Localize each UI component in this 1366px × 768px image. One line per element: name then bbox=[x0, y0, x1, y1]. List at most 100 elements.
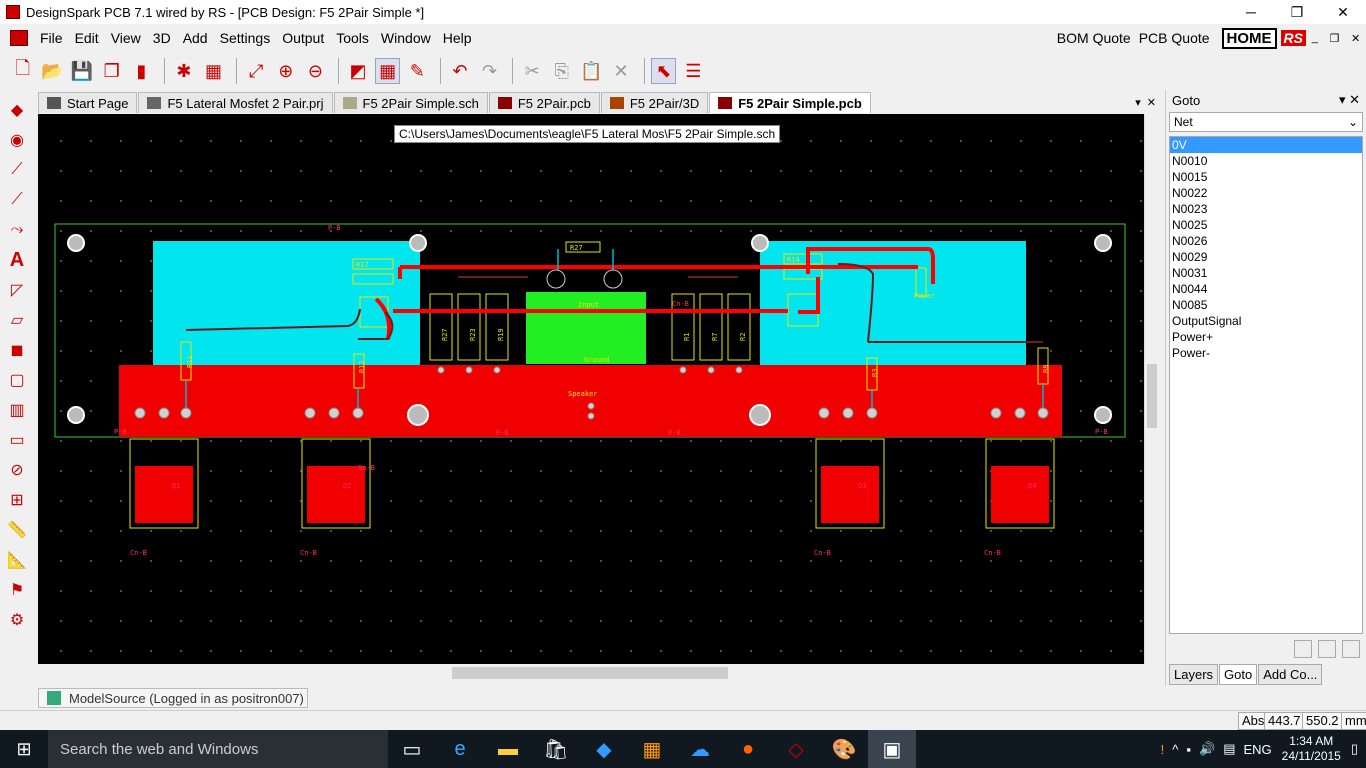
line-tool-icon[interactable]: ▭ bbox=[5, 428, 29, 452]
pcb-canvas[interactable]: R27 R23 R19 R1 R7 R2 R11 R12 R3 R8 R17 R… bbox=[38, 114, 1144, 664]
board-tool-icon[interactable]: ▢ bbox=[5, 368, 29, 392]
menu-3d[interactable]: 3D bbox=[147, 30, 177, 46]
list-item[interactable]: N0085 bbox=[1170, 297, 1362, 313]
mdi-minimize-button[interactable]: _ bbox=[1312, 32, 1318, 45]
refresh-icon[interactable] bbox=[1294, 640, 1312, 658]
designspark-icon[interactable]: ◇ bbox=[772, 730, 820, 768]
store-icon[interactable]: 🛍 bbox=[532, 730, 580, 768]
tab-layers[interactable]: Layers bbox=[1169, 664, 1219, 685]
list-item[interactable]: OutputSignal bbox=[1170, 313, 1362, 329]
net-list[interactable]: 0V N0010 N0015 N0022 N0023 N0025 N0026 N… bbox=[1169, 136, 1363, 634]
delete-icon[interactable]: ✕ bbox=[608, 58, 634, 84]
vertical-scroll-thumb[interactable] bbox=[1147, 364, 1157, 428]
save-icon[interactable]: 💾 bbox=[69, 58, 95, 84]
notes-icon[interactable]: ✎ bbox=[404, 58, 430, 84]
action-center-icon[interactable]: ▤ bbox=[1223, 741, 1235, 757]
text-tool-icon[interactable]: A bbox=[5, 248, 29, 272]
tab-project[interactable]: F5 Lateral Mosfet 2 Pair.prj bbox=[138, 92, 333, 113]
find-icon[interactable] bbox=[1318, 640, 1336, 658]
pcb-drawing[interactable]: R27 R23 R19 R1 R7 R2 R11 R12 R3 R8 R17 R… bbox=[38, 114, 1144, 664]
component-icon[interactable]: ✱ bbox=[171, 58, 197, 84]
tab-active-pcb[interactable]: F5 2Pair Simple.pcb bbox=[709, 92, 871, 113]
shape-tool-icon[interactable]: ◸ bbox=[5, 278, 29, 302]
list-item[interactable]: 0V bbox=[1170, 137, 1362, 153]
chevron-up-icon[interactable]: ^ bbox=[1172, 742, 1178, 757]
copper-tool-icon[interactable]: ◼ bbox=[5, 338, 29, 362]
app-icon-colorful[interactable]: ▦ bbox=[628, 730, 676, 768]
search-box[interactable]: Search the web and Windows bbox=[48, 730, 388, 768]
fill-icon[interactable]: ◩ bbox=[345, 58, 371, 84]
list-item[interactable]: N0044 bbox=[1170, 281, 1362, 297]
windows-start-icon[interactable]: ⊞ bbox=[0, 730, 48, 768]
menu-settings[interactable]: Settings bbox=[214, 30, 277, 46]
list-item[interactable]: N0022 bbox=[1170, 185, 1362, 201]
tab-start-page[interactable]: Start Page bbox=[38, 92, 138, 113]
undo-icon[interactable]: ↶ bbox=[447, 58, 473, 84]
zoom-out-icon[interactable]: ⊖ bbox=[303, 58, 329, 84]
measure-tool-icon[interactable]: 📐 bbox=[5, 548, 29, 572]
panel-close-icon[interactable]: ▾ ✕ bbox=[1339, 92, 1360, 108]
list-item[interactable]: N0026 bbox=[1170, 233, 1362, 249]
list-item[interactable]: N0025 bbox=[1170, 217, 1362, 233]
vertical-scrollbar[interactable] bbox=[1144, 114, 1158, 664]
minimize-button[interactable]: ─ bbox=[1228, 0, 1274, 24]
redo-icon[interactable]: ↷ bbox=[477, 58, 503, 84]
onedrive-icon[interactable]: ☁ bbox=[676, 730, 724, 768]
menu-tools[interactable]: Tools bbox=[330, 30, 375, 46]
menu-file[interactable]: File bbox=[34, 30, 69, 46]
tab-3d[interactable]: F5 2Pair/3D bbox=[600, 92, 709, 113]
paint-icon[interactable]: 🎨 bbox=[820, 730, 868, 768]
list-item[interactable]: N0015 bbox=[1170, 169, 1362, 185]
library-tool-icon[interactable]: ⚙ bbox=[5, 608, 29, 632]
horizontal-scroll-thumb[interactable] bbox=[452, 667, 728, 679]
language-indicator[interactable]: ENG bbox=[1244, 742, 1272, 757]
cut-icon[interactable]: ✂ bbox=[519, 58, 545, 84]
open-icon[interactable]: 📂 bbox=[40, 58, 66, 84]
rules-icon[interactable]: ▦ bbox=[201, 58, 227, 84]
menu-window[interactable]: Window bbox=[375, 30, 437, 46]
track-tool-icon[interactable]: ⟋ bbox=[5, 158, 29, 182]
menu-output[interactable]: Output bbox=[276, 30, 330, 46]
network-icon[interactable]: ▪ bbox=[1186, 742, 1191, 757]
pcb-quote-link[interactable]: PCB Quote bbox=[1139, 30, 1210, 46]
menu-edit[interactable]: Edit bbox=[69, 30, 105, 46]
tab-add-component[interactable]: Add Co... bbox=[1258, 664, 1323, 685]
copy-icon[interactable]: ⎘ bbox=[549, 58, 575, 84]
paste-icon[interactable]: 📋 bbox=[579, 58, 605, 84]
firefox-icon[interactable]: ● bbox=[724, 730, 772, 768]
properties-icon[interactable]: ☰ bbox=[680, 58, 706, 84]
bom-quote-link[interactable]: BOM Quote bbox=[1057, 30, 1131, 46]
route-tool-icon[interactable]: ⟋ bbox=[5, 188, 29, 212]
document-icon[interactable] bbox=[10, 30, 28, 46]
pcb-app-icon[interactable]: ▣ bbox=[868, 730, 916, 768]
tab-goto[interactable]: Goto bbox=[1219, 664, 1258, 685]
modelsource-bar[interactable]: ModelSource (Logged in as positron007) bbox=[38, 688, 308, 708]
volume-icon[interactable]: 🔊 bbox=[1199, 741, 1215, 757]
area-tool-icon[interactable]: ▱ bbox=[5, 308, 29, 332]
circle-tool-icon[interactable]: ⊘ bbox=[5, 458, 29, 482]
file-explorer-icon[interactable]: ▬ bbox=[484, 730, 532, 768]
pad-tool-icon[interactable]: ◉ bbox=[5, 128, 29, 152]
select-icon[interactable]: ⬉ bbox=[650, 58, 677, 84]
select-tool-icon[interactable]: ◆ bbox=[5, 98, 29, 122]
home-button[interactable]: HOME bbox=[1221, 27, 1277, 49]
goto-type-select[interactable]: Net ⌄ bbox=[1169, 112, 1363, 132]
zoom-to-icon[interactable] bbox=[1342, 640, 1360, 658]
list-item[interactable]: N0023 bbox=[1170, 201, 1362, 217]
tab-pcb[interactable]: F5 2Pair.pcb bbox=[488, 92, 600, 113]
autoroute-tool-icon[interactable]: ⤳ bbox=[5, 218, 29, 242]
notifications-icon[interactable]: ▯ bbox=[1351, 741, 1358, 757]
edge-icon[interactable]: e bbox=[436, 730, 484, 768]
maximize-button[interactable]: ❐ bbox=[1274, 0, 1320, 24]
tab-schematic[interactable]: F5 2Pair Simple.sch bbox=[333, 92, 488, 113]
menu-help[interactable]: Help bbox=[437, 30, 478, 46]
horizontal-scrollbar[interactable] bbox=[38, 664, 1144, 682]
mdi-close-button[interactable]: ✕ bbox=[1351, 32, 1360, 45]
grid-icon[interactable]: ▦ bbox=[374, 58, 401, 84]
zoom-fit-icon[interactable]: ⤢ bbox=[243, 58, 269, 84]
list-item[interactable]: Power+ bbox=[1170, 329, 1362, 345]
new-icon[interactable]: 🗋 bbox=[10, 58, 36, 84]
library-icon[interactable]: ▮ bbox=[129, 58, 155, 84]
dropbox-icon[interactable]: ◆ bbox=[580, 730, 628, 768]
list-item[interactable]: N0029 bbox=[1170, 249, 1362, 265]
